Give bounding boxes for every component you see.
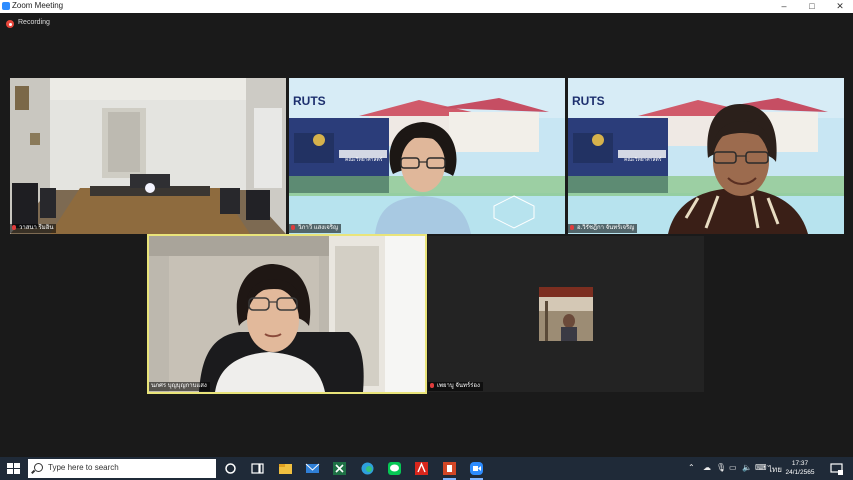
recording-label: Recording: [18, 19, 50, 26]
windows-start-icon[interactable]: [6, 461, 21, 476]
participant-name: นภศร บุญบุญกาบแสง: [149, 382, 210, 391]
participant-avatar: [539, 287, 593, 341]
video-tile-3[interactable]: RUTS คณะวิทยาศาสตร์ อ.วิรัชฎีกา จันทร์เจ…: [568, 78, 844, 234]
keyboard-icon[interactable]: ⌨: [755, 463, 767, 472]
clock-date: 24/1/2565: [785, 469, 815, 476]
participant-name: เพยาบู จันทร์ร่อง: [428, 382, 483, 391]
building-sign: คณะวิทยาศาสตร์: [345, 157, 383, 163]
video-tile-active-speaker[interactable]: นภศร บุญบุญกาบแสง: [147, 234, 427, 394]
ruts-logo: RUTS: [572, 94, 605, 108]
participant-name: วิภาวี แสงเจริญ: [289, 224, 342, 233]
building-sign: คณะวิทยาศาสตร์: [624, 157, 662, 163]
search-icon: [34, 463, 43, 472]
onedrive-icon[interactable]: ☁: [703, 463, 711, 472]
file-explorer-icon[interactable]: [278, 461, 293, 476]
powerpoint-icon[interactable]: [442, 461, 457, 476]
task-view-icon[interactable]: [250, 461, 265, 476]
video-tile-5[interactable]: เพยาบู จันทร์ร่อง: [428, 236, 704, 392]
participant-name: อ.วิรัชฎีกา จันทร์เจริญ: [568, 224, 638, 233]
acrobat-icon[interactable]: [414, 461, 429, 476]
battery-icon[interactable]: ▭: [729, 463, 737, 472]
clock-time: 17:37: [791, 460, 809, 467]
chevron-up-icon[interactable]: ⌃: [688, 463, 695, 472]
taskbar-clock[interactable]: 17:37 24/1/2565: [778, 459, 822, 477]
maximize-button[interactable]: □: [799, 0, 825, 13]
notification-icon[interactable]: [829, 461, 844, 476]
participant-video: [289, 78, 565, 234]
video-tile-2[interactable]: RUTS คณะวิทยาศาสตร์ วิภาวี แสงเจริญ: [289, 78, 565, 234]
minimize-button[interactable]: –: [771, 0, 797, 13]
zoom-icon[interactable]: [469, 461, 484, 476]
ruts-logo: RUTS: [293, 94, 326, 108]
taskbar-search-box[interactable]: Type here to search: [28, 459, 216, 478]
conference-room-video: [10, 78, 286, 234]
muted-mic-icon: [291, 224, 295, 230]
microphone-icon[interactable]: 🎙: [716, 463, 726, 472]
line-icon[interactable]: [387, 461, 402, 476]
cortana-icon[interactable]: [223, 461, 238, 476]
muted-mic-icon: [570, 224, 574, 230]
participant-name: วาสนา รีมอิน: [10, 224, 57, 233]
participant-video: [149, 236, 425, 392]
muted-mic-icon: [430, 382, 434, 388]
search-placeholder: Type here to search: [48, 463, 119, 472]
windows-taskbar: Type here to search ⌃ ☁ 🎙 ▭ 🔈 ⌨ ไทย 17:3…: [0, 457, 853, 480]
close-button[interactable]: ✕: [827, 0, 853, 13]
window-titlebar: Zoom Meeting – □ ✕: [0, 0, 853, 13]
mail-icon[interactable]: [305, 461, 320, 476]
window-title: Zoom Meeting: [12, 1, 64, 10]
video-tile-1[interactable]: วาสนา รีมอิน: [10, 78, 286, 234]
excel-icon[interactable]: [332, 461, 347, 476]
record-icon: [6, 20, 14, 28]
muted-mic-icon: [12, 224, 16, 230]
zoom-app-icon: [2, 2, 10, 10]
participant-video: [568, 78, 844, 234]
edge-icon[interactable]: [360, 461, 375, 476]
volume-icon[interactable]: 🔈: [742, 463, 752, 472]
